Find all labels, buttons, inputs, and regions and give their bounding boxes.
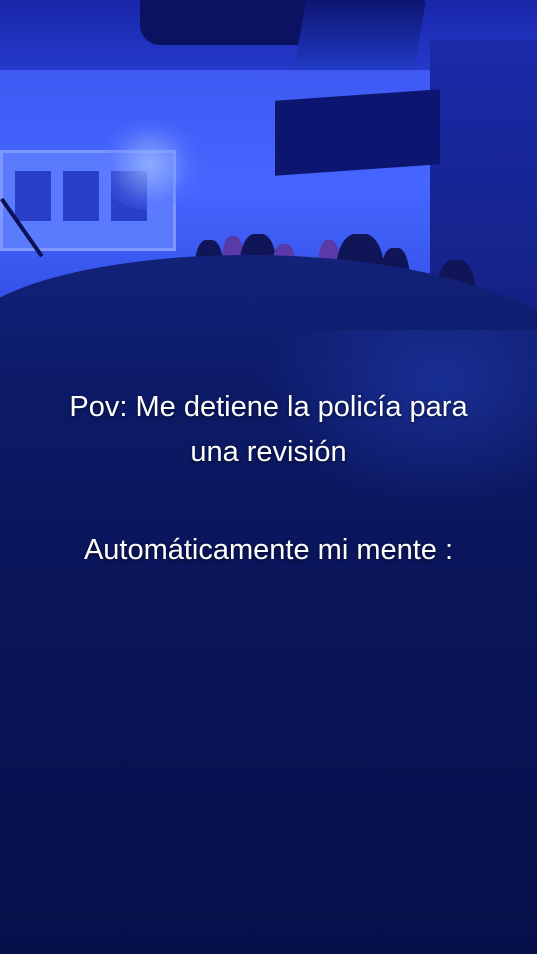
caption-line-2: una revisión [190,436,347,468]
window-pane [15,171,51,221]
window-pane [63,171,99,221]
wall-panel [275,89,440,176]
police-light-glow [95,120,205,210]
ceiling-lamp [293,0,427,70]
video-frame: Pov: Me detiene la policía para una revi… [0,0,537,954]
caption-line-3: Automáticamente mi mente : [83,534,454,566]
caption-line-1: Pov: Me detiene la policía para [69,391,468,423]
